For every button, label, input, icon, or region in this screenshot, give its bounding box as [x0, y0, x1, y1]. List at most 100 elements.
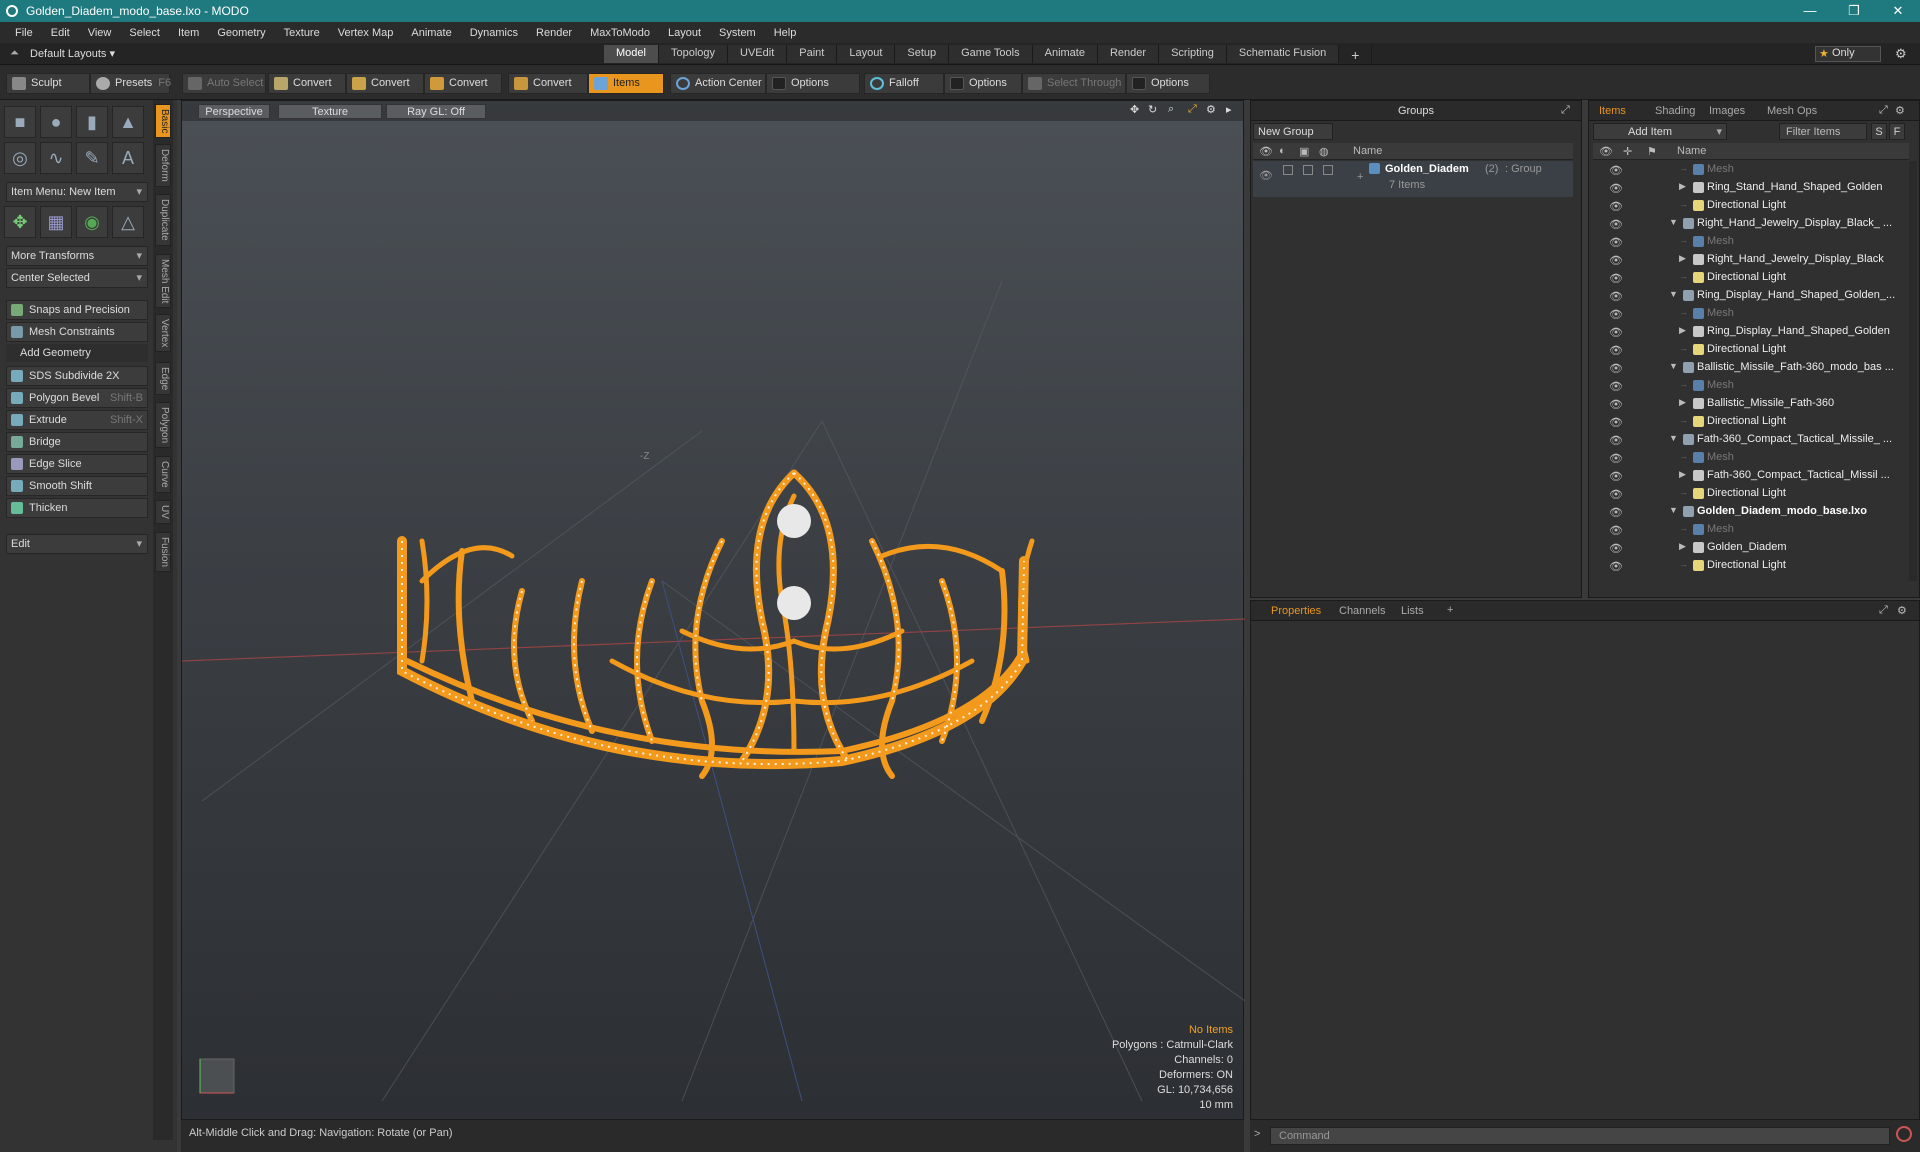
- item-menu-dropdown[interactable]: Item Menu: New Item: [6, 182, 148, 202]
- edit-dropdown[interactable]: Edit: [6, 534, 148, 554]
- visibility-eye-icon[interactable]: 👁: [1609, 164, 1623, 177]
- menu-animate[interactable]: Animate: [402, 27, 460, 39]
- tab-mesh-edit[interactable]: Mesh Edit: [155, 254, 171, 309]
- gear-icon[interactable]: ⚙: [1895, 46, 1907, 62]
- filter-items-input[interactable]: Filter Items: [1779, 123, 1867, 140]
- group-select-toggle[interactable]: [1323, 165, 1333, 175]
- expand-icon[interactable]: ▶: [1679, 469, 1686, 480]
- item-row[interactable]: 👁 → Mesh: [1607, 377, 1909, 395]
- item-row[interactable]: 👁 ▶ Golden_Diadem: [1607, 539, 1909, 557]
- tab-setup[interactable]: Setup: [895, 45, 950, 63]
- globe-icon[interactable]: ◉: [76, 206, 108, 238]
- visibility-eye-icon[interactable]: 👁: [1609, 470, 1623, 483]
- tool-extrude[interactable]: Extrude Shift-X: [6, 410, 148, 430]
- tab-uv[interactable]: UV: [155, 500, 171, 524]
- gear-icon[interactable]: ⚙: [1895, 104, 1905, 117]
- expand-icon[interactable]: ▶: [1679, 541, 1686, 552]
- item-row[interactable]: 👁 → Mesh: [1607, 521, 1909, 539]
- falloff-options-button[interactable]: Options: [944, 73, 1022, 94]
- tab-topology[interactable]: Topology: [658, 45, 729, 63]
- visibility-eye-icon[interactable]: 👁: [1609, 290, 1623, 303]
- convert-button-4[interactable]: Convert: [508, 73, 588, 94]
- item-row[interactable]: 👁 → Directional Light: [1607, 485, 1909, 503]
- tube-primitive-icon[interactable]: ∿: [40, 142, 72, 174]
- expand-icon[interactable]: ▶: [1679, 325, 1686, 336]
- filter-s-button[interactable]: S: [1871, 123, 1887, 140]
- collapse-icon[interactable]: ▼: [1669, 289, 1678, 299]
- item-row[interactable]: 👁 → Mesh: [1607, 233, 1909, 251]
- convert-button-3[interactable]: Convert: [424, 73, 502, 94]
- tab-images[interactable]: Images: [1709, 105, 1745, 117]
- group-row[interactable]: 👁 + Golden_Diadem (2) : Group 7 Items: [1253, 161, 1573, 197]
- tab-fusion[interactable]: Fusion: [155, 532, 171, 573]
- tab-layout[interactable]: Layout: [837, 45, 896, 63]
- tab-deform[interactable]: Deform: [155, 144, 171, 187]
- tab-curve[interactable]: Curve: [155, 456, 171, 493]
- visibility-eye-icon[interactable]: 👁: [1609, 488, 1623, 501]
- action-center-options-button[interactable]: Options: [766, 73, 860, 94]
- pyramid-icon[interactable]: △: [112, 206, 144, 238]
- tab-animate[interactable]: Animate: [1032, 45, 1098, 63]
- new-group-button[interactable]: New Group: [1253, 123, 1333, 140]
- cube-primitive-icon[interactable]: ■: [4, 106, 36, 138]
- tab-uvedit[interactable]: UVEdit: [728, 45, 788, 63]
- visibility-eye-icon[interactable]: 👁: [1609, 506, 1623, 519]
- torus-primitive-icon[interactable]: ◎: [4, 142, 36, 174]
- add-item-button[interactable]: Add Item ▾: [1593, 123, 1727, 140]
- menu-geometry[interactable]: Geometry: [208, 27, 274, 39]
- sculpt-button[interactable]: Sculpt: [6, 73, 90, 94]
- visibility-eye-icon[interactable]: 👁: [1609, 236, 1623, 249]
- menu-help[interactable]: Help: [765, 27, 806, 39]
- tab-scripting[interactable]: Scripting: [1159, 45, 1227, 63]
- item-row[interactable]: 👁 ▶ Ring_Stand_Hand_Shaped_Golden: [1607, 179, 1909, 197]
- tab-basic[interactable]: Basic: [155, 104, 171, 139]
- menu-select[interactable]: Select: [120, 27, 169, 39]
- center-selected-dropdown[interactable]: Center Selected: [6, 268, 148, 288]
- expand-icon[interactable]: ▶: [1679, 253, 1686, 264]
- visibility-eye-icon[interactable]: 👁: [1609, 344, 1623, 357]
- expand-icon[interactable]: ▶: [1679, 397, 1686, 408]
- tab-vertex[interactable]: Vertex: [155, 314, 171, 353]
- text-tool-icon[interactable]: A: [112, 142, 144, 174]
- menu-edit[interactable]: Edit: [42, 27, 79, 39]
- menu-maxtomodo[interactable]: MaxToModo: [581, 27, 659, 39]
- collapse-icon[interactable]: ▼: [1669, 361, 1678, 371]
- visibility-eye-icon[interactable]: 👁: [1609, 524, 1623, 537]
- minimize-button[interactable]: —: [1788, 3, 1832, 19]
- visibility-eye-icon[interactable]: 👁: [1609, 272, 1623, 285]
- item-row[interactable]: 👁 → Directional Light: [1607, 269, 1909, 287]
- item-row[interactable]: 👁 → Mesh: [1607, 449, 1909, 467]
- menu-render[interactable]: Render: [527, 27, 581, 39]
- tab-game-tools[interactable]: Game Tools: [949, 45, 1033, 63]
- visibility-eye-icon[interactable]: 👁: [1609, 362, 1623, 375]
- tab-mesh-ops[interactable]: Mesh Ops: [1767, 105, 1817, 117]
- action-center-button[interactable]: Action Center: [670, 73, 766, 94]
- expand-icon[interactable]: ▶: [1679, 181, 1686, 192]
- items-mode-button[interactable]: Items: [588, 73, 664, 94]
- menu-layout[interactable]: Layout: [659, 27, 710, 39]
- group-render-toggle[interactable]: [1283, 165, 1293, 175]
- cylinder-primitive-icon[interactable]: ▮: [76, 106, 108, 138]
- item-row[interactable]: 👁 → Mesh: [1607, 161, 1909, 179]
- collapse-icon[interactable]: ▼: [1669, 217, 1678, 227]
- cone-primitive-icon[interactable]: ▲: [112, 106, 144, 138]
- filter-f-button[interactable]: F: [1889, 123, 1905, 140]
- expand-icon[interactable]: +: [1357, 171, 1363, 183]
- sphere-primitive-icon[interactable]: ●: [40, 106, 72, 138]
- menu-item[interactable]: Item: [169, 27, 208, 39]
- auto-select-button[interactable]: Auto Select: [182, 73, 266, 94]
- presets-button[interactable]: Presets F6: [90, 73, 171, 94]
- record-icon[interactable]: [1896, 1126, 1912, 1142]
- mesh-constraints-button[interactable]: Mesh Constraints: [6, 322, 148, 342]
- close-button[interactable]: ✕: [1876, 3, 1920, 19]
- visibility-eye-icon[interactable]: 👁: [1609, 380, 1623, 393]
- visibility-eye-icon[interactable]: 👁: [1609, 218, 1623, 231]
- tab-render[interactable]: Render: [1097, 45, 1160, 63]
- tab-shading[interactable]: Shading: [1655, 105, 1695, 117]
- item-row[interactable]: 👁 ▶ Fath-360_Compact_Tactical_Missil ...: [1607, 467, 1909, 485]
- item-row[interactable]: 👁 ▼ Golden_Diadem_modo_base.lxo: [1607, 503, 1909, 521]
- visibility-eye-icon[interactable]: 👁: [1609, 398, 1623, 411]
- item-row[interactable]: 👁 ▼ Right_Hand_Jewelry_Display_Black_ ...: [1607, 215, 1909, 233]
- item-row[interactable]: 👁 ▼ Ballistic_Missile_Fath-360_modo_bas ..…: [1607, 359, 1909, 377]
- tab-properties[interactable]: Properties: [1271, 605, 1321, 617]
